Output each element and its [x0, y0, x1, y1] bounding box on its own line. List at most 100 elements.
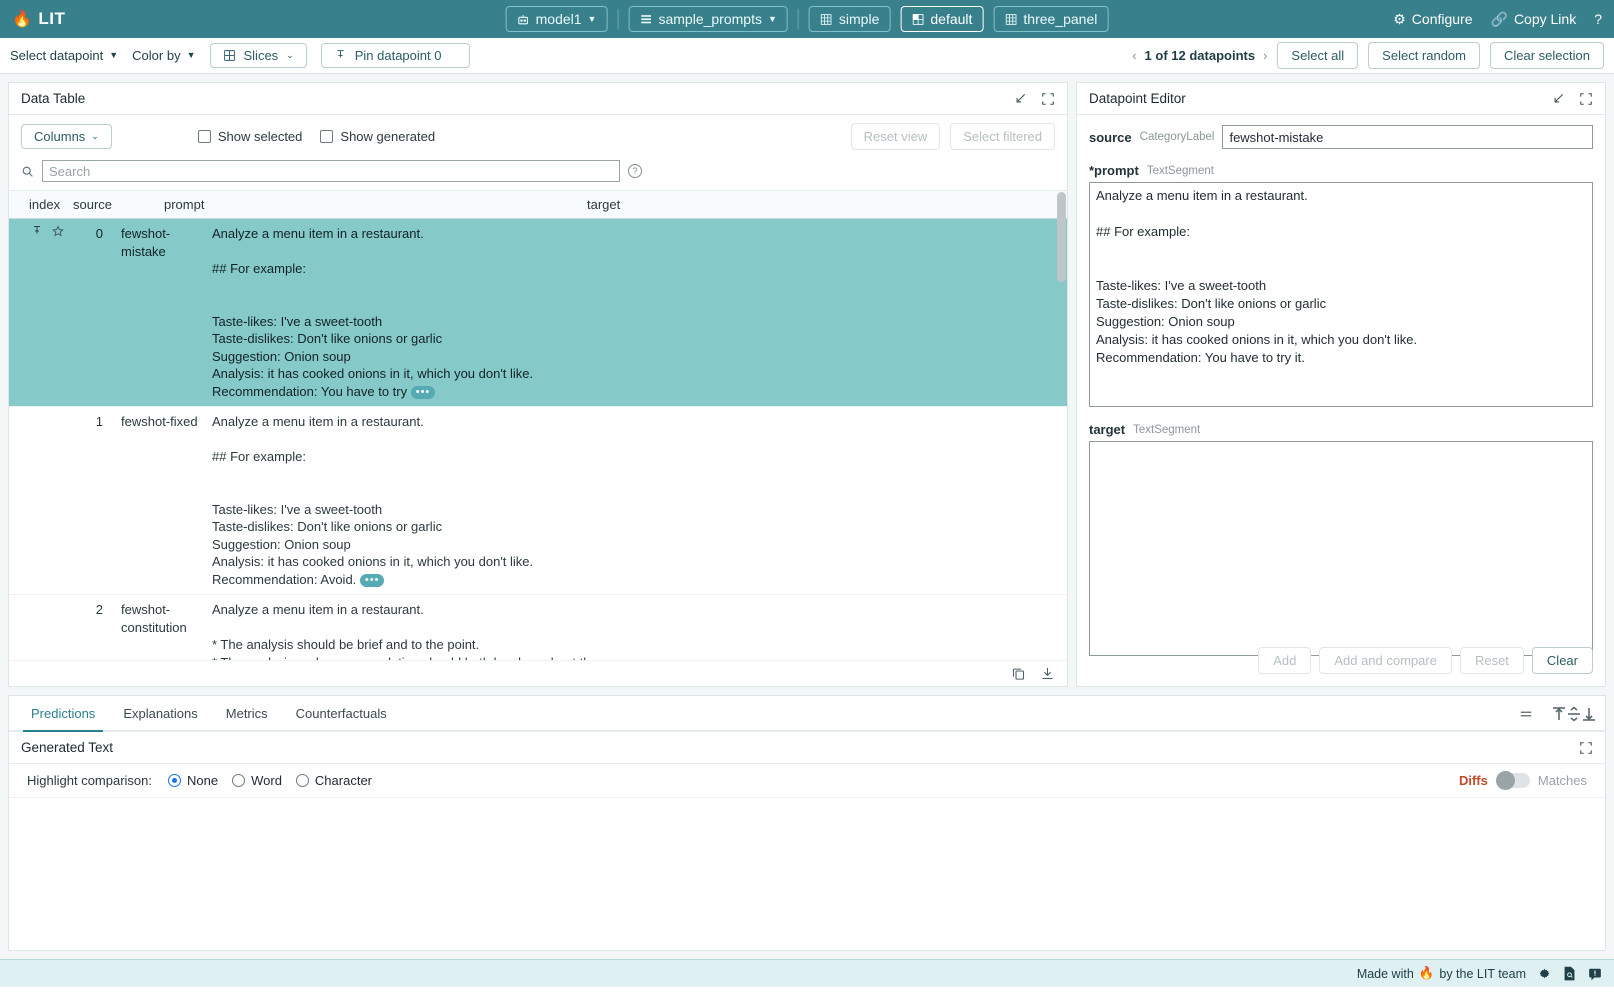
- pin-datapoint-button[interactable]: Pin datapoint 0: [321, 43, 471, 68]
- clear-selection-button[interactable]: Clear selection: [1490, 42, 1604, 69]
- pin-icon: [334, 49, 347, 62]
- flame-icon: 🔥: [12, 9, 32, 29]
- chevron-down-icon: ⌄: [91, 132, 99, 141]
- dataset-selector[interactable]: sample_prompts ▼: [628, 6, 787, 32]
- field-source: source CategoryLabel: [1089, 125, 1593, 149]
- cell-target: [627, 413, 1067, 588]
- settings-icon[interactable]: [1538, 967, 1551, 980]
- select-datapoint-dropdown[interactable]: Select datapoint ▼: [10, 48, 118, 63]
- field-prompt: *prompt TextSegment Analyze a menu item …: [1089, 163, 1593, 410]
- target-textarea[interactable]: [1089, 441, 1593, 656]
- cell-prompt: Analyze a menu item in a restaurant. ## …: [212, 413, 627, 588]
- reset-button[interactable]: Reset: [1460, 647, 1524, 674]
- table-row[interactable]: 1 fewshot-fixed Analyze a menu item in a…: [9, 407, 1067, 595]
- expand-rows-icon[interactable]: [1551, 706, 1597, 722]
- layout-label: default: [930, 11, 972, 27]
- tab-counterfactuals[interactable]: Counterfactuals: [282, 698, 401, 730]
- select-filtered-button[interactable]: Select filtered: [950, 123, 1055, 150]
- tab-predictions[interactable]: Predictions: [17, 698, 109, 730]
- pin-datapoint-label: Pin datapoint 0: [355, 48, 442, 63]
- clear-button[interactable]: Clear: [1532, 647, 1593, 674]
- field-type-source: CategoryLabel: [1140, 131, 1215, 143]
- model-label: model1: [536, 11, 582, 27]
- copy-icon[interactable]: [1011, 666, 1026, 681]
- show-generated-checkbox[interactable]: Show generated: [320, 129, 435, 144]
- generated-text-header: Generated Text: [9, 732, 1605, 764]
- main-toolbar: Select datapoint ▼ Color by ▼ Slices ⌄ P…: [0, 38, 1614, 74]
- copy-link-button[interactable]: 🔗 Copy Link: [1491, 11, 1577, 28]
- data-table-footer: [9, 660, 1067, 686]
- radio-word[interactable]: Word: [232, 773, 282, 788]
- document-search-icon[interactable]: [1563, 966, 1576, 981]
- column-header-index[interactable]: index: [9, 197, 69, 212]
- add-and-compare-button[interactable]: Add and compare: [1319, 647, 1452, 674]
- expand-text-icon[interactable]: •••: [411, 386, 436, 399]
- datapoint-editor-module: Datapoint Editor source CategoryLabel: [1076, 82, 1606, 687]
- field-type-target: TextSegment: [1133, 424, 1200, 436]
- color-by-dropdown[interactable]: Color by ▼: [132, 48, 195, 63]
- show-selected-checkbox[interactable]: Show selected: [198, 129, 303, 144]
- equal-rows-icon[interactable]: [1517, 707, 1535, 721]
- expand-text-icon[interactable]: •••: [360, 574, 385, 587]
- radio-dot: [232, 774, 245, 787]
- tab-explanations[interactable]: Explanations: [109, 698, 211, 730]
- table-scrollbar[interactable]: [1057, 190, 1066, 660]
- slices-button[interactable]: Slices ⌄: [210, 43, 307, 68]
- layout-icon: [1004, 13, 1017, 26]
- layout-label: simple: [839, 11, 879, 27]
- prompt-textarea[interactable]: Analyze a menu item in a restaurant. ## …: [1089, 182, 1593, 407]
- layout-icon: [820, 13, 833, 26]
- next-datapoint-button[interactable]: ›: [1263, 48, 1267, 63]
- column-header-source[interactable]: source: [69, 197, 164, 212]
- feedback-icon[interactable]: [1588, 967, 1602, 981]
- cell-source: fewshot-mistake: [117, 225, 212, 400]
- table-row[interactable]: 2 fewshot-constitution Analyze a menu it…: [9, 595, 1067, 660]
- radio-dot: [168, 774, 181, 787]
- radio-none[interactable]: None: [168, 773, 218, 788]
- reset-view-button[interactable]: Reset view: [851, 123, 941, 150]
- expand-icon[interactable]: [1041, 92, 1055, 106]
- download-icon[interactable]: [1040, 666, 1055, 681]
- select-datapoint-label: Select datapoint: [10, 48, 103, 63]
- data-table-module: Data Table Columns ⌄: [8, 82, 1068, 687]
- diffs-matches-toggle[interactable]: [1496, 773, 1530, 788]
- checkbox-box: [198, 130, 211, 143]
- cell-target: [627, 225, 1067, 400]
- layout-option-three-panel[interactable]: three_panel: [993, 6, 1108, 32]
- select-random-button[interactable]: Select random: [1368, 42, 1480, 69]
- prev-datapoint-button[interactable]: ‹: [1132, 48, 1136, 63]
- column-header-prompt[interactable]: prompt: [164, 197, 579, 212]
- source-input[interactable]: [1222, 125, 1593, 149]
- layout-option-default[interactable]: default: [900, 6, 983, 32]
- columns-button[interactable]: Columns ⌄: [21, 124, 112, 149]
- column-header-target[interactable]: target: [579, 197, 1067, 212]
- bottom-tabbar-wrapper: Predictions Explanations Metrics Counter…: [8, 695, 1606, 732]
- search-help-icon[interactable]: ?: [628, 164, 642, 178]
- layout-option-simple[interactable]: simple: [809, 6, 890, 32]
- header-right-controls: ⚙ Configure 🔗 Copy Link ?: [1393, 11, 1602, 28]
- header-center-controls: model1 ▼ sample_prompts ▼ simple: [506, 6, 1109, 32]
- minimize-icon[interactable]: [1013, 92, 1027, 106]
- scrollbar-thumb[interactable]: [1057, 192, 1066, 282]
- table-row[interactable]: 0 fewshot-mistake Analyze a menu item in…: [9, 219, 1067, 407]
- add-button[interactable]: Add: [1258, 647, 1311, 674]
- generated-text-title: Generated Text: [21, 740, 113, 755]
- minimize-icon[interactable]: [1551, 92, 1565, 106]
- expand-icon[interactable]: [1579, 741, 1593, 755]
- help-button[interactable]: ?: [1594, 11, 1602, 27]
- flame-icon: 🔥: [1419, 966, 1435, 981]
- made-with-pre: Made with: [1357, 967, 1414, 981]
- search-input[interactable]: [42, 160, 620, 182]
- diffs-label: Diffs: [1459, 773, 1488, 788]
- pin-row-icon[interactable]: [31, 225, 43, 237]
- expand-icon[interactable]: [1579, 92, 1593, 106]
- radio-character[interactable]: Character: [296, 773, 372, 788]
- model-selector[interactable]: model1 ▼: [506, 6, 608, 32]
- layout-icon: [911, 13, 924, 26]
- header-divider: [617, 9, 618, 29]
- select-all-button[interactable]: Select all: [1277, 42, 1358, 69]
- configure-button[interactable]: ⚙ Configure: [1393, 11, 1472, 28]
- tab-metrics[interactable]: Metrics: [212, 698, 282, 730]
- made-with-post: by the LIT team: [1439, 967, 1526, 981]
- chevron-down-icon: ▼: [187, 51, 196, 60]
